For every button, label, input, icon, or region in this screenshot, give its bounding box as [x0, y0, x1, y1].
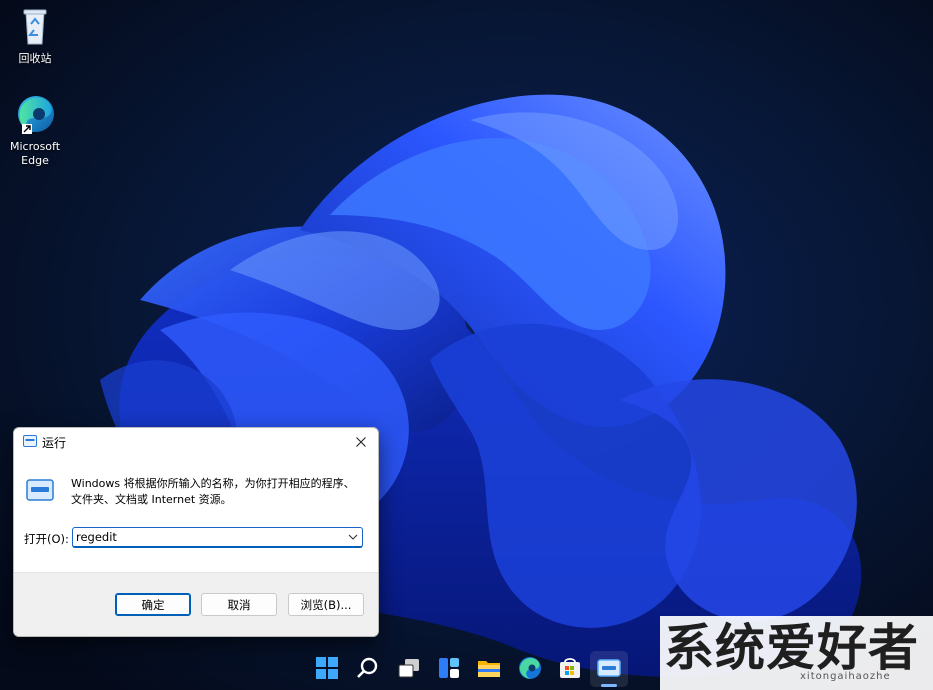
recycle-bin-icon — [12, 4, 58, 50]
widgets-icon[interactable] — [436, 655, 462, 681]
desktop-icon-microsoft-edge[interactable]: Microsoft Edge — [0, 92, 70, 168]
edge-taskbar-icon[interactable] — [517, 655, 543, 681]
edge-label-line2: Edge — [21, 154, 49, 167]
watermark-text: 系统爱好者 — [664, 619, 919, 677]
taskbar-active-indicator — [601, 684, 617, 687]
dialog-title: 运行 — [42, 436, 67, 450]
desktop-icon-recycle-bin[interactable]: 回收站 — [0, 4, 70, 66]
dialog-description: Windows 将根据你所输入的名称，为你打开相应的程序、文件夹、文档或 Int… — [71, 477, 355, 506]
run-app-icon[interactable] — [596, 655, 622, 681]
browse-button[interactable]: 浏览(B)... — [288, 593, 364, 616]
run-dialog: 运行 Windows 将根据你所输入的名称，为你打开相应的程序、文件夹、文档或 … — [13, 427, 379, 637]
chevron-down-icon[interactable] — [348, 532, 358, 542]
start-icon[interactable] — [314, 655, 340, 681]
run-icon — [23, 435, 37, 447]
close-icon — [356, 436, 366, 447]
dialog-titlebar[interactable]: 运行 — [14, 428, 378, 455]
store-icon[interactable] — [557, 655, 583, 681]
ok-button[interactable]: 确定 — [115, 593, 191, 616]
watermark: 系统爱好者 xitongaihaozhe — [660, 616, 933, 690]
recycle-bin-label: 回收站 — [18, 52, 52, 65]
close-button[interactable] — [344, 428, 378, 455]
task-view-icon[interactable] — [396, 655, 422, 681]
cancel-button[interactable]: 取消 — [201, 593, 277, 616]
open-input[interactable] — [76, 529, 336, 545]
open-combobox[interactable] — [72, 527, 363, 548]
run-program-icon — [26, 479, 54, 501]
watermark-subtext: xitongaihaozhe — [800, 671, 891, 682]
dialog-footer: 确定 取消 浏览(B)... — [14, 572, 378, 636]
file-explorer-icon[interactable] — [476, 655, 502, 681]
edge-icon — [12, 92, 58, 138]
edge-label-line1: Microsoft — [9, 140, 61, 153]
search-icon[interactable] — [355, 655, 381, 681]
open-label: 打开(O): — [24, 532, 69, 546]
